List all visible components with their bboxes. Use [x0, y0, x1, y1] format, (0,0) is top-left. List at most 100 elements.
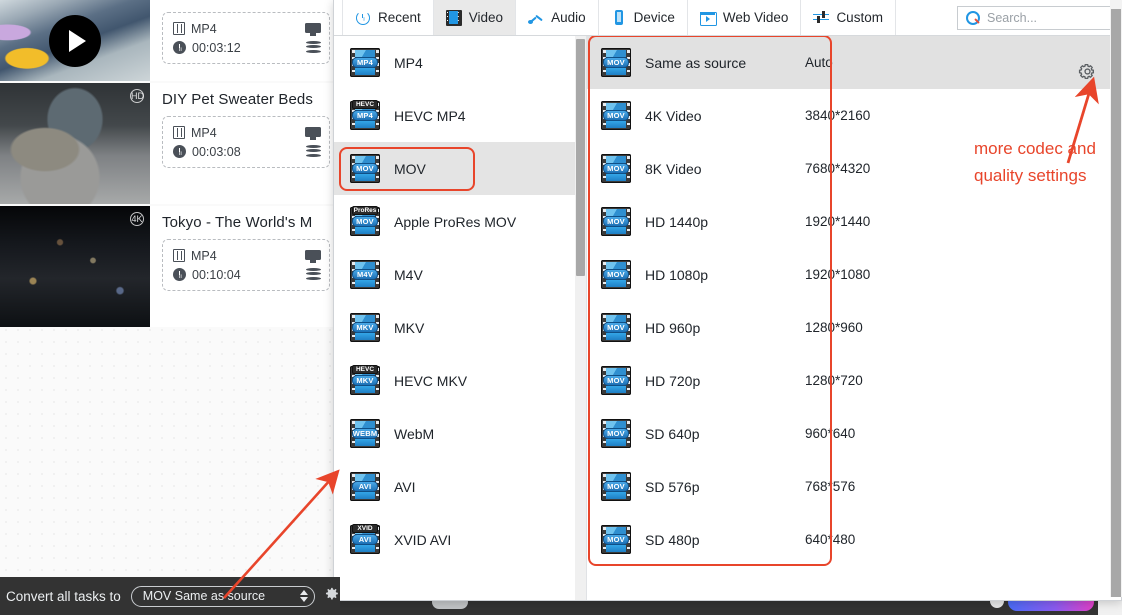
preset-item-sd-640p[interactable]: MOV SD 640p 960*640: [587, 407, 1121, 460]
preset-item-resolution: 640*480: [805, 532, 856, 547]
monitor-icon[interactable]: [305, 126, 321, 140]
format-list-scroll-thumb[interactable]: [576, 39, 585, 276]
preset-item-resolution: 7680*4320: [805, 161, 871, 176]
preset-item-resolution: 960*640: [805, 426, 856, 441]
preset-settings-gear-button[interactable]: [1078, 62, 1097, 86]
preset-item-sd-576p[interactable]: MOV SD 576p 768*576: [587, 460, 1121, 513]
tab-recent[interactable]: Recent: [342, 0, 434, 35]
task-duration: 00:03:12: [192, 40, 241, 55]
page-scroll-thumb[interactable]: [1111, 9, 1121, 597]
task-row[interactable]: HD DIY Pet Sweater Beds MP4 00:03:08: [0, 83, 340, 204]
preset-item-name: HD 1440p: [645, 213, 709, 230]
format-item-mkv[interactable]: MKV MKV: [334, 301, 586, 354]
preset-item-resolution: 1280*960: [805, 320, 863, 335]
format-file-icon: XVID AVI: [350, 524, 380, 554]
format-item-apple-prores-mov[interactable]: ProRes MOV Apple ProRes MOV: [334, 195, 586, 248]
preset-badge: MOV: [603, 481, 629, 492]
task-info-box: MP4 00:03:08: [162, 116, 330, 168]
monitor-icon[interactable]: [305, 249, 321, 263]
preset-item-hd-1080p[interactable]: MOV HD 1080p 1920*1080: [587, 248, 1121, 301]
disc-stack-icon[interactable]: [306, 144, 321, 158]
format-badge: AVI: [352, 534, 378, 545]
tab-web-video-label: Web Video: [722, 10, 789, 25]
format-item-xvid-avi[interactable]: XVID AVI XVID AVI: [334, 513, 586, 566]
format-toptag: HEVC: [352, 365, 378, 374]
preset-file-icon: MOV: [601, 313, 631, 342]
format-item-mov[interactable]: MOV MOV: [334, 142, 586, 195]
format-item-label: MOV: [394, 160, 426, 177]
recent-clock-icon: [355, 10, 371, 26]
page-scrollbar[interactable]: [1110, 0, 1122, 597]
task-info-left: MP4 00:03:12: [173, 19, 305, 57]
preset-item-name: HD 1080p: [645, 266, 709, 283]
format-badge: AVI: [352, 481, 378, 492]
video-thumbnail[interactable]: 4K: [0, 206, 150, 327]
preset-item-hd-720p[interactable]: MOV HD 720p 1280*720: [587, 354, 1121, 407]
format-file-icon: ProRes MOV: [350, 206, 380, 236]
format-item-mp4[interactable]: MP4 MP4: [334, 36, 586, 89]
task-format-line: MP4: [173, 123, 305, 142]
film-strip-icon: [445, 9, 462, 26]
tab-custom[interactable]: Custom: [801, 0, 896, 35]
format-item-label: XVID AVI: [394, 531, 452, 548]
convert-all-label: Convert all tasks to: [6, 588, 121, 604]
preset-file-icon: MOV: [601, 154, 631, 183]
tab-video-label: Video: [468, 10, 504, 25]
format-item-label: M4V: [394, 266, 423, 283]
preset-item-hd-960p[interactable]: MOV HD 960p 1280*960: [587, 301, 1121, 354]
play-icon[interactable]: [49, 14, 101, 67]
format-badge: MP4: [352, 110, 378, 121]
task-row[interactable]: MP4 00:03:12: [0, 0, 340, 81]
preset-item-resolution: 1280*720: [805, 373, 863, 388]
task-duration-line: 00:03:12: [173, 38, 305, 57]
disc-stack-icon[interactable]: [306, 40, 321, 54]
disc-stack-icon[interactable]: [306, 267, 321, 281]
tab-device[interactable]: Device: [599, 0, 688, 35]
task-meta: Tokyo - The World's M MP4 00:10:04: [150, 206, 340, 327]
format-toptag: XVID: [352, 524, 378, 533]
gear-icon[interactable]: [323, 585, 340, 607]
annotation-callout-line1: more codec and: [974, 139, 1096, 158]
task-format-label: MP4: [191, 125, 217, 140]
preset-file-icon: MOV: [601, 101, 631, 130]
preset-item-resolution: 3840*2160: [805, 108, 871, 123]
preset-item-hd-1440p[interactable]: MOV HD 1440p 1920*1440: [587, 195, 1121, 248]
search-box[interactable]: Search...: [957, 6, 1113, 30]
format-file-icon: M4V: [350, 260, 380, 289]
tab-video[interactable]: Video: [433, 0, 517, 35]
sliders-icon: [813, 10, 830, 26]
video-thumbnail[interactable]: [0, 0, 150, 81]
format-item-hevc-mp4[interactable]: HEVC MP4 HEVC MP4: [334, 89, 586, 142]
preset-file-icon: MOV: [601, 472, 631, 501]
format-item-hevc-mkv[interactable]: HEVC MKV HEVC MKV: [334, 354, 586, 407]
format-item-label: WebM: [394, 425, 435, 442]
task-info-left: MP4 00:10:04: [173, 246, 305, 284]
tab-audio[interactable]: Audio: [516, 0, 599, 35]
format-item-webm[interactable]: WEBM WebM: [334, 407, 586, 460]
format-item-avi[interactable]: AVI AVI: [334, 460, 586, 513]
format-list-scrollbar[interactable]: [575, 36, 586, 600]
task-duration: 00:10:04: [192, 267, 241, 282]
format-toptag: ProRes: [352, 206, 378, 215]
format-badge: WEBM: [352, 428, 378, 439]
format-file-icon: MKV: [350, 313, 380, 342]
tab-web-video[interactable]: Web Video: [688, 0, 802, 35]
preset-item-same-as-source[interactable]: MOV Same as source Auto: [587, 36, 1121, 89]
preset-item-4k-video[interactable]: MOV 4K Video 3840*2160: [587, 89, 1121, 142]
task-info-right: [305, 126, 321, 158]
stepper-updown-icon[interactable]: [299, 590, 308, 602]
preset-badge: MOV: [603, 57, 629, 68]
format-file-icon: HEVC MKV: [350, 365, 380, 395]
convert-all-format-select[interactable]: MOV Same as source: [130, 585, 315, 607]
preset-badge: MOV: [603, 375, 629, 386]
annotation-callout-line2: quality settings: [974, 166, 1087, 185]
format-badge: M4V: [352, 269, 378, 280]
quality-badge: HD: [130, 89, 144, 103]
monitor-icon[interactable]: [305, 22, 321, 36]
format-item-m4v[interactable]: M4V M4V: [334, 248, 586, 301]
video-thumbnail[interactable]: HD: [0, 83, 150, 204]
preset-item-sd-480p[interactable]: MOV SD 480p 640*480: [587, 513, 1121, 566]
preset-badge: MOV: [603, 428, 629, 439]
task-meta: DIY Pet Sweater Beds MP4 00:03:08: [150, 83, 340, 204]
task-row[interactable]: 4K Tokyo - The World's M MP4 00:10:04: [0, 206, 340, 327]
